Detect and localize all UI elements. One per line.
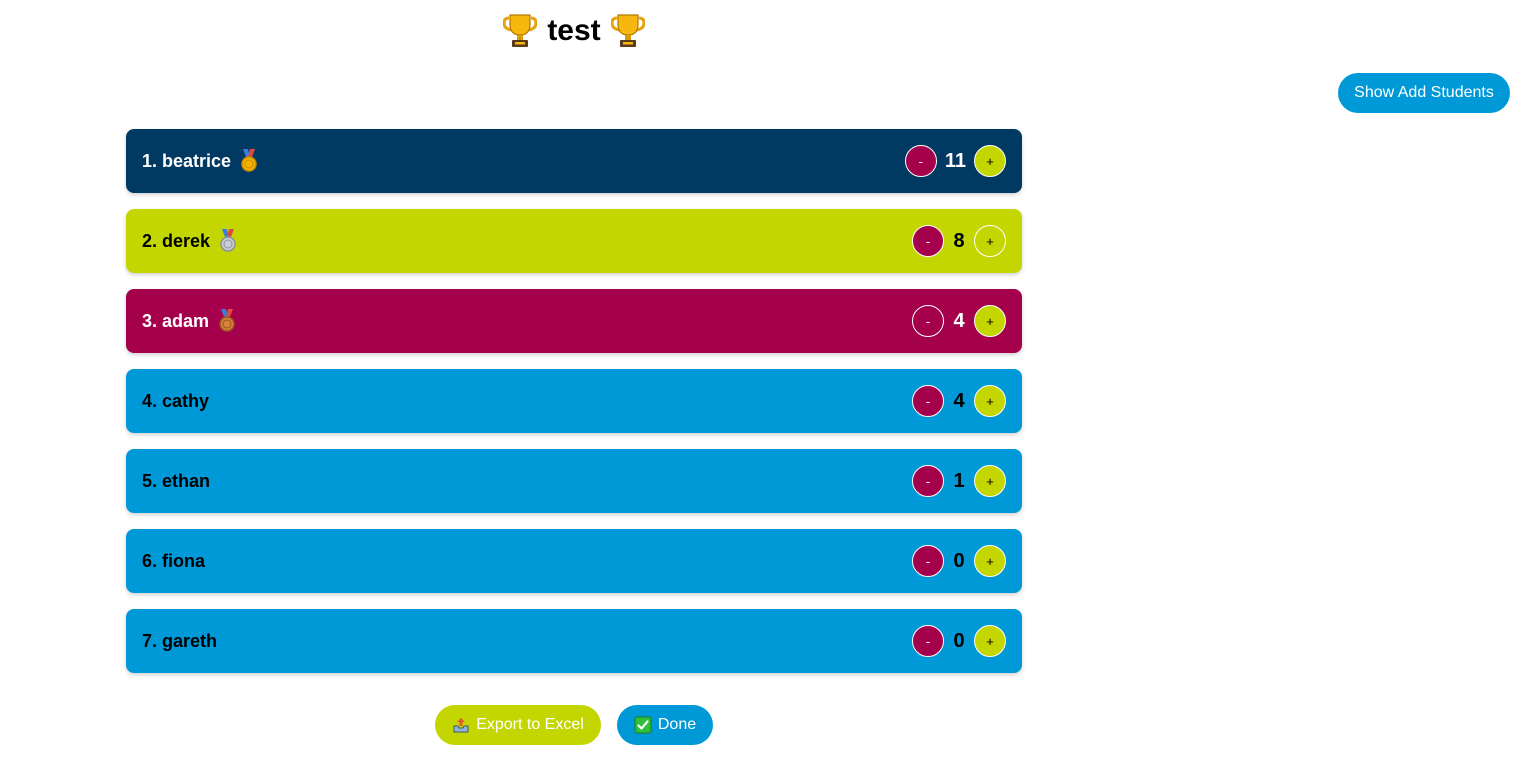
student-row: 6. fiona -0 + [126,529,1022,593]
decrement-button[interactable]: - [912,545,944,577]
score-controls: -11 + [904,145,1006,177]
export-to-excel-button[interactable]: Export to Excel [435,705,601,745]
student-row: 4. cathy -4 + [126,369,1022,433]
decrement-button[interactable]: - [912,465,944,497]
student-name-group: 4. cathy [142,391,209,412]
student-name-group: 1. beatrice [142,149,259,173]
student-name: 7. gareth [142,630,218,651]
student-row: 2. derek -8 + [126,209,1022,273]
score-controls: -0 + [912,625,1006,657]
leaderboard-page: test Show Add Students 1. beatrice -11 +2.… [0,0,1523,761]
student-name: 4. cathy [142,390,210,411]
increment-button[interactable]: + [974,225,1006,257]
decrement-button[interactable]: - [904,145,937,177]
export-label: Export to Excel [476,716,584,733]
score-value: 8 [953,229,965,252]
student-row: 5. ethan -1 + [126,449,1022,513]
gold-medal-icon [239,149,259,173]
page-title: test [126,10,1022,52]
trophy-icon [503,13,538,49]
score-controls: -4 + [912,385,1006,417]
done-label: Done [657,716,697,733]
score-controls: -0 + [912,545,1006,577]
student-row: 1. beatrice -11 + [126,129,1022,193]
score-controls: -1 + [912,465,1006,497]
score-value: 0 [953,549,965,572]
done-button[interactable]: Done [617,705,713,745]
page-title-text: test [547,14,601,47]
score-value: 4 [953,389,965,412]
silver-medal-icon [218,229,238,253]
increment-button[interactable]: + [974,145,1006,177]
student-name-group: 6. fiona [142,551,205,572]
decrement-button[interactable]: - [912,225,944,257]
student-name: 3. adam [142,310,210,331]
student-name: 5. ethan [142,470,211,491]
outbox-tray-icon [452,716,470,734]
score-value: 1 [953,469,965,492]
score-controls: -8 + [912,225,1006,257]
decrement-button[interactable]: - [912,385,944,417]
decrement-button[interactable]: - [912,305,944,337]
student-row: 3. adam -4 + [126,289,1022,353]
student-list: 1. beatrice -11 +2. derek -8 +3. adam -4 +4. c… [126,129,1022,673]
score-value: 0 [953,629,965,652]
student-name: 1. beatrice [142,150,232,171]
trophy-icon [610,13,645,49]
score-controls: -4 + [912,305,1006,337]
increment-button[interactable]: + [974,545,1006,577]
student-name-group: 2. derek [142,229,238,253]
score-value: 4 [953,309,965,332]
show-add-students-button[interactable]: Show Add Students [1338,73,1510,113]
student-name: 6. fiona [142,550,206,571]
student-name: 2. derek [142,230,211,251]
student-row: 7. gareth -0 + [126,609,1022,673]
increment-button[interactable]: + [974,385,1006,417]
bronze-medal-icon [217,309,237,333]
increment-button[interactable]: + [974,305,1006,337]
student-name-group: 5. ethan [142,471,210,492]
decrement-button[interactable]: - [912,625,944,657]
student-name-group: 7. gareth [142,631,217,652]
action-bar: Export to Excel Done [126,705,1022,745]
increment-button[interactable]: + [974,465,1006,497]
increment-button[interactable]: + [974,625,1006,657]
check-mark-button-icon [634,716,652,734]
student-name-group: 3. adam [142,309,237,333]
score-value: 11 [944,149,966,172]
